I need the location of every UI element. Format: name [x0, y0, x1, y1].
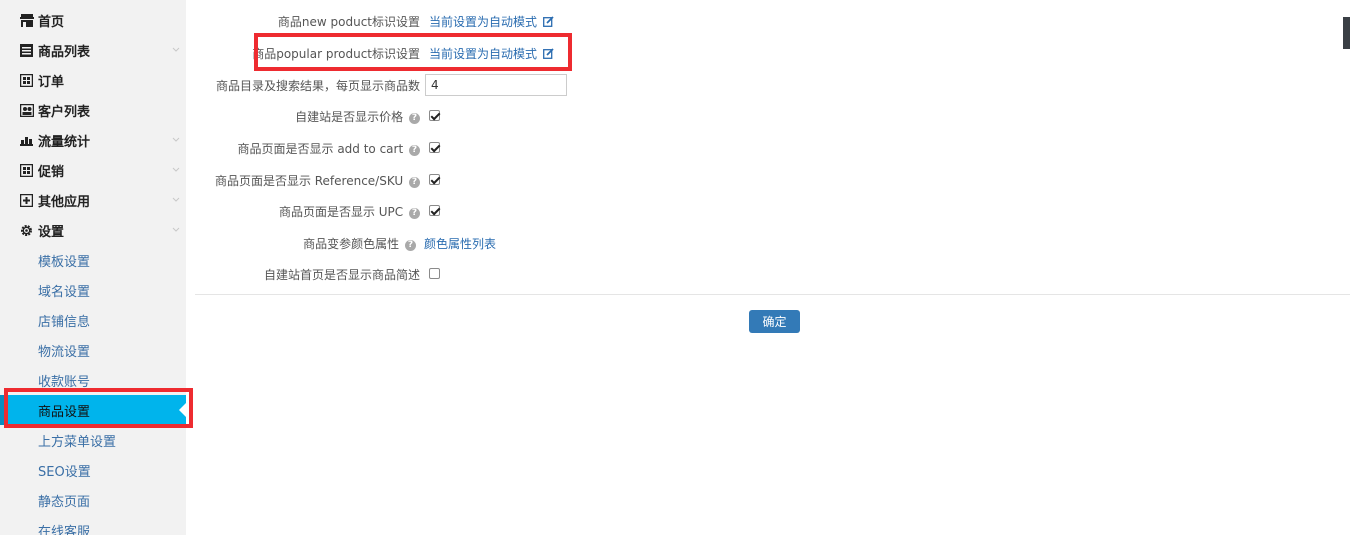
list-icon	[19, 43, 34, 58]
sidebar-item-label: 设置	[38, 224, 65, 240]
sidebar-subitem-seo-settings[interactable]: SEO设置	[0, 455, 186, 485]
sidebar-item-label: 订单	[38, 74, 65, 90]
sidebar-item-label: 客户列表	[38, 104, 91, 120]
sidebar-subitem-top-menu-settings[interactable]: 上方菜单设置	[0, 425, 186, 455]
sidebar-item-home[interactable]: 首页	[0, 5, 186, 35]
chevron-down-icon	[172, 137, 180, 142]
show-price-checkbox[interactable]	[429, 110, 440, 121]
help-icon[interactable]: ?	[409, 208, 420, 219]
sidebar-subitem-label: 模板设置	[38, 254, 91, 270]
chevron-down-icon	[172, 227, 180, 232]
form-row-popular-product: 商品popular product标识设置 当前设置为自动模式	[186, 42, 986, 64]
active-caret-icon	[179, 403, 186, 417]
form-row-per-page: 商品目录及搜索结果，每页显示商品数	[186, 74, 986, 96]
sidebar-subitem-label: 域名设置	[38, 284, 91, 300]
sidebar-subitem-template-settings[interactable]: 模板设置	[0, 245, 186, 275]
edit-icon[interactable]	[542, 16, 554, 27]
show-upc-checkbox[interactable]	[429, 205, 440, 216]
form-row-new-product: 商品new poduct标识设置 当前设置为自动模式	[186, 10, 986, 32]
sidebar-subitem-label: SEO设置	[38, 464, 91, 480]
sidebar-subitem-label: 物流设置	[38, 344, 91, 360]
help-icon[interactable]: ?	[405, 240, 416, 251]
chevron-down-icon	[172, 47, 180, 52]
sidebar-subitem-label: 店铺信息	[38, 314, 91, 330]
show-home-desc-checkbox[interactable]	[429, 268, 440, 279]
sidebar-item-orders[interactable]: 订单	[0, 65, 186, 95]
plus-square-icon	[19, 193, 34, 208]
gear-icon	[19, 223, 34, 238]
help-icon[interactable]: ?	[409, 177, 420, 188]
new-product-label: 商品new poduct标识设置	[277, 15, 420, 29]
new-product-mode-text[interactable]: 当前设置为自动模式	[429, 15, 537, 29]
form-row-show-price: 自建站是否显示价格 ?	[186, 105, 986, 127]
sidebar-item-label: 促销	[38, 164, 65, 180]
sidebar-item-other-apps[interactable]: 其他应用	[0, 185, 186, 215]
show-price-label-text: 自建站是否显示价格	[295, 110, 404, 124]
new-product-mode-link[interactable]: 当前设置为自动模式	[429, 13, 554, 30]
sidebar-item-label: 其他应用	[38, 194, 91, 210]
show-home-desc-label: 自建站首页是否显示商品简述	[263, 268, 420, 282]
show-add-to-cart-label-text: 商品页面是否显示 add to cart	[237, 142, 404, 156]
grid-icon	[19, 73, 34, 88]
show-reference-sku-checkbox[interactable]	[429, 174, 440, 185]
sidebar-item-products[interactable]: 商品列表	[0, 35, 186, 65]
sidebar-subitem-shipping-settings[interactable]: 物流设置	[0, 335, 186, 365]
color-attribute-label-text: 商品变参颜色属性	[303, 237, 400, 251]
confirm-button[interactable]: 确定	[749, 310, 800, 333]
sidebar-subitem-label: 上方菜单设置	[38, 434, 117, 450]
show-reference-sku-label-text: 商品页面是否显示 Reference/SKU	[214, 174, 404, 188]
help-icon[interactable]: ?	[409, 113, 420, 124]
color-attribute-label: 商品变参颜色属性 ?	[303, 235, 416, 252]
show-upc-label-text: 商品页面是否显示 UPC	[278, 205, 404, 219]
help-icon[interactable]: ?	[409, 145, 420, 156]
sidebar: 首页 商品列表 订单 客户列表 流量统计 促销 其他应用 设置 模板设置 域名设…	[0, 0, 186, 535]
show-upc-label: 商品页面是否显示 UPC ?	[279, 203, 420, 220]
color-attribute-list-link[interactable]: 颜色属性列表	[424, 235, 496, 252]
show-price-label: 自建站是否显示价格 ?	[295, 108, 420, 125]
sidebar-item-label: 首页	[38, 14, 65, 30]
form-divider	[195, 294, 1350, 295]
sidebar-subitem-product-settings[interactable]: 商品设置	[0, 395, 186, 425]
active-marker	[0, 395, 4, 425]
sidebar-subitem-label: 静态页面	[38, 494, 91, 510]
popular-product-label: 商品popular product标识设置	[252, 47, 420, 61]
sidebar-subitem-label: 商品设置	[38, 404, 91, 420]
per-page-label: 商品目录及搜索结果，每页显示商品数	[215, 79, 420, 93]
show-add-to-cart-label: 商品页面是否显示 add to cart ?	[237, 140, 420, 157]
popular-product-mode-text[interactable]: 当前设置为自动模式	[429, 47, 537, 61]
sidebar-subitem-payment-account[interactable]: 收款账号	[0, 365, 186, 395]
sidebar-subitem-online-support[interactable]: 在线客服	[0, 515, 186, 535]
show-add-to-cart-checkbox[interactable]	[429, 142, 440, 153]
sidebar-subitem-store-info[interactable]: 店铺信息	[0, 305, 186, 335]
users-icon	[19, 103, 34, 118]
show-reference-sku-label: 商品页面是否显示 Reference/SKU ?	[215, 172, 420, 189]
popular-product-mode-link[interactable]: 当前设置为自动模式	[429, 45, 554, 62]
per-page-input[interactable]	[425, 74, 567, 96]
sidebar-subitem-label: 在线客服	[38, 524, 91, 535]
sidebar-subitem-static-pages[interactable]: 静态页面	[0, 485, 186, 515]
sidebar-subitem-domain-settings[interactable]: 域名设置	[0, 275, 186, 305]
bar-chart-icon	[19, 133, 34, 148]
chevron-down-icon	[172, 167, 180, 172]
form-row-show-home-desc: 自建站首页是否显示商品简述	[186, 263, 986, 285]
form-row-color-attribute: 商品变参颜色属性 ? 颜色属性列表	[186, 232, 986, 254]
sidebar-item-promotions[interactable]: 促销	[0, 155, 186, 185]
grid-icon	[19, 163, 34, 178]
sidebar-item-label: 商品列表	[38, 44, 91, 60]
form-row-show-add-to-cart: 商品页面是否显示 add to cart ?	[186, 137, 986, 159]
form-row-show-reference-sku: 商品页面是否显示 Reference/SKU ?	[186, 169, 986, 191]
store-icon	[19, 13, 34, 28]
sidebar-item-traffic[interactable]: 流量统计	[0, 125, 186, 155]
side-tab-icon[interactable]	[1343, 17, 1350, 49]
sidebar-item-label: 流量统计	[38, 134, 91, 150]
sidebar-item-settings[interactable]: 设置	[0, 215, 186, 245]
sidebar-item-customers[interactable]: 客户列表	[0, 95, 186, 125]
sidebar-subitem-label: 收款账号	[38, 374, 91, 390]
chevron-down-icon	[172, 197, 180, 202]
form-row-show-upc: 商品页面是否显示 UPC ?	[186, 200, 986, 222]
edit-icon[interactable]	[542, 48, 554, 59]
